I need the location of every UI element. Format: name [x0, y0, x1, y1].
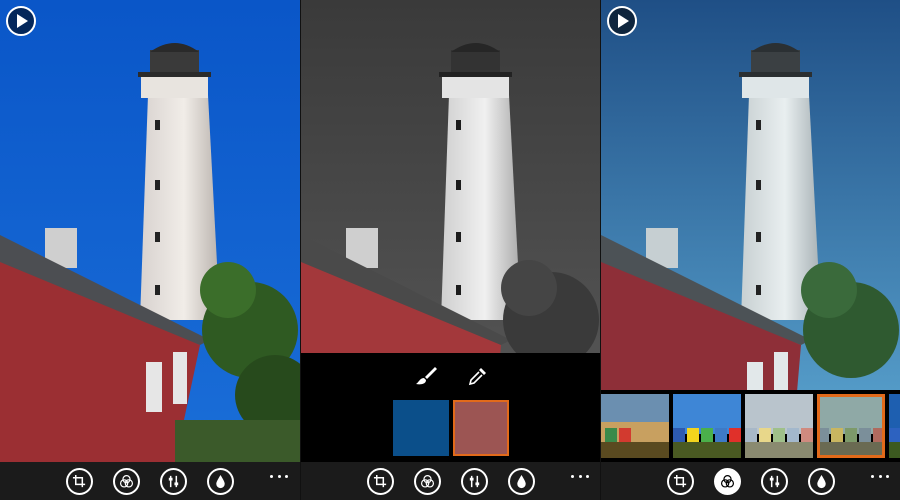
color-picker-panel	[301, 353, 600, 462]
app-bar	[601, 462, 900, 500]
droplet-icon	[817, 474, 826, 488]
more-icon-dot	[270, 474, 273, 478]
eyedropper-tool[interactable]	[467, 365, 489, 387]
red-swatch[interactable]	[453, 400, 509, 456]
play-icon	[17, 14, 28, 28]
color-button[interactable]	[207, 467, 234, 495]
screen-original	[0, 0, 300, 500]
more-icon-dot	[586, 474, 589, 478]
filter-thumb-3[interactable]	[745, 394, 813, 458]
droplet-icon	[517, 474, 526, 488]
filter-thumb-2[interactable]	[673, 394, 741, 458]
brush-tool[interactable]	[415, 365, 437, 387]
screenshot-triptych	[0, 0, 900, 500]
app-bar	[0, 462, 300, 500]
app-bar	[301, 462, 600, 500]
adjust-button[interactable]	[160, 467, 187, 495]
eyedropper-icon	[468, 368, 486, 386]
crop-button[interactable]	[667, 467, 694, 495]
crop-icon	[72, 474, 86, 487]
adjust-button[interactable]	[761, 467, 788, 495]
screen-filters	[600, 0, 900, 500]
crop-button[interactable]	[66, 467, 93, 495]
filters-icon	[119, 474, 134, 488]
filter-thumb-1[interactable]	[601, 394, 669, 458]
filters-button[interactable]	[113, 467, 140, 495]
blue-swatch[interactable]	[393, 400, 449, 456]
filters-icon	[720, 474, 735, 488]
play-button[interactable]	[607, 6, 637, 36]
filter-thumb-4[interactable]	[817, 394, 885, 458]
play-icon	[618, 14, 629, 28]
brush-icon	[416, 367, 437, 385]
filters-button[interactable]	[714, 467, 741, 495]
photo-original	[0, 0, 300, 462]
more-icon-dot	[886, 474, 889, 478]
filter-thumb-5[interactable]	[889, 394, 900, 458]
more-icon-dot	[277, 474, 281, 478]
color-button[interactable]	[508, 467, 535, 495]
more-button[interactable]	[270, 471, 288, 481]
filters-icon	[420, 474, 435, 488]
more-icon-dot	[578, 474, 582, 478]
crop-icon	[373, 474, 387, 487]
more-icon-dot	[871, 474, 874, 478]
picker-tools	[301, 365, 600, 387]
more-button[interactable]	[871, 471, 889, 481]
play-button[interactable]	[6, 6, 36, 36]
adjust-icon	[469, 475, 480, 487]
crop-button[interactable]	[367, 467, 394, 495]
more-button[interactable]	[571, 471, 589, 481]
filter-strip	[601, 390, 900, 462]
adjust-icon	[168, 475, 179, 487]
filters-button[interactable]	[414, 467, 441, 495]
more-icon-dot	[571, 474, 574, 478]
adjust-icon	[769, 475, 780, 487]
more-icon-dot	[285, 474, 288, 478]
droplet-icon	[216, 474, 225, 488]
color-button[interactable]	[808, 467, 835, 495]
screen-color-pop	[300, 0, 600, 500]
adjust-button[interactable]	[461, 467, 488, 495]
crop-icon	[673, 474, 687, 487]
more-icon-dot	[878, 474, 882, 478]
